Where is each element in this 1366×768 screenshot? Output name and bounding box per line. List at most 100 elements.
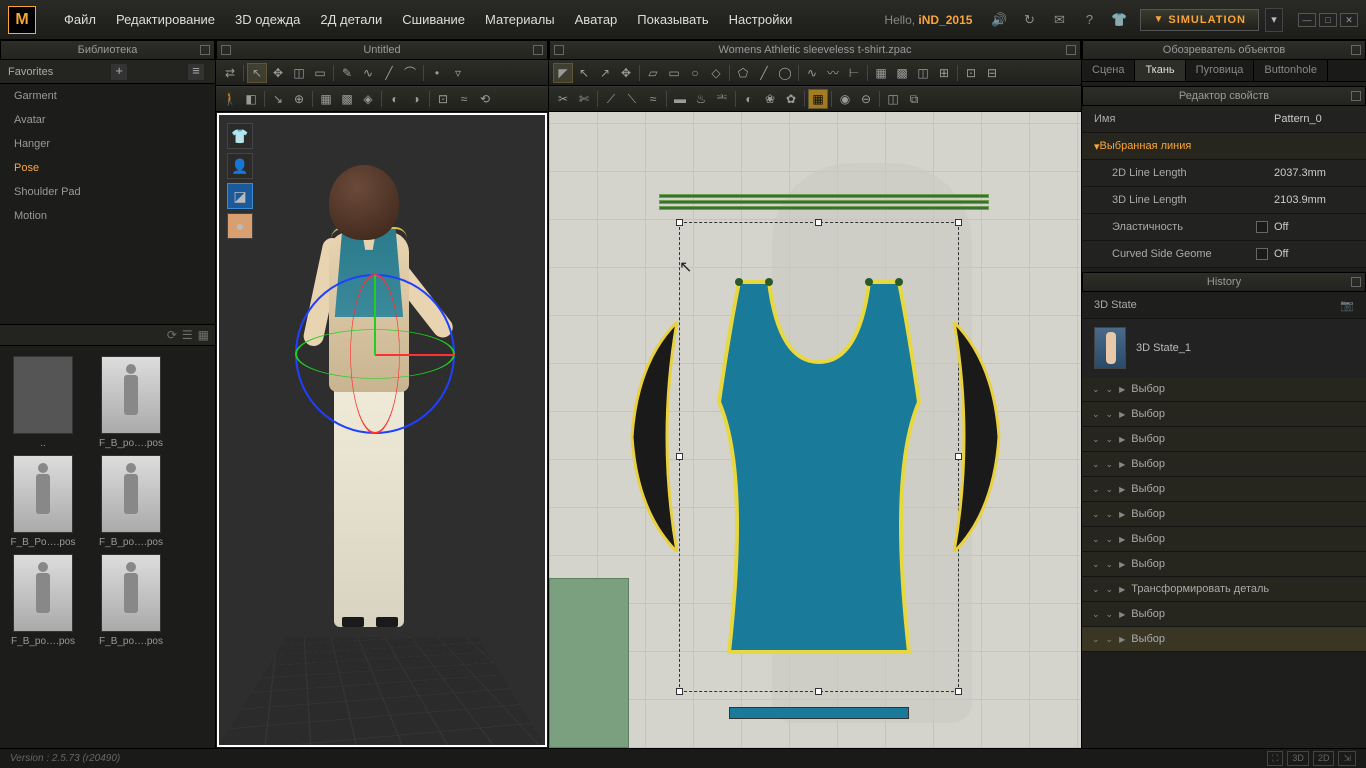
3d-state-item[interactable]: 3D State_1 (1082, 319, 1366, 377)
2d-edit-pattern-icon[interactable]: ↖ (574, 63, 594, 83)
2d-trace-icon[interactable]: ✂ (553, 89, 573, 109)
library-thumb[interactable]: F_B_po….pos (8, 554, 78, 647)
seam-line-bottom[interactable] (729, 707, 909, 719)
2d-internal-line-icon[interactable]: ╱ (754, 63, 774, 83)
history-item[interactable]: ⌄⌄▶Выбор (1082, 477, 1366, 502)
2d-free-seam-icon[interactable]: 〰 (823, 63, 843, 83)
display-garment-icon[interactable]: 👕 (227, 123, 253, 149)
prop-curved-side[interactable]: Curved Side GeomeOff (1082, 241, 1366, 268)
fit-icon[interactable]: ⊡ (433, 89, 453, 109)
pattern-piece-offscreen[interactable] (549, 578, 629, 748)
avatar-arrange-icon[interactable]: ◧ (241, 89, 261, 109)
2d-layer2-icon[interactable]: ▩ (892, 63, 912, 83)
menu-settings[interactable]: Настройки (719, 12, 803, 27)
2d-ref1-icon[interactable]: ⊡ (961, 63, 981, 83)
pattern-side-left[interactable] (627, 322, 687, 552)
help-icon[interactable]: ? (1077, 8, 1101, 32)
library-thumb[interactable]: F_B_po….pos (96, 455, 166, 548)
list-view-icon[interactable]: ☰ (182, 328, 193, 342)
tool-curve-icon[interactable]: ∿ (358, 63, 378, 83)
2d-select-icon[interactable]: ◤ (553, 63, 573, 83)
2d-transform-icon[interactable]: ✥ (616, 63, 636, 83)
pattern-tank-front[interactable] (709, 272, 929, 672)
history-item[interactable]: ⌄⌄▶Выбор (1082, 552, 1366, 577)
history-item[interactable]: ⌄⌄▶Выбор (1082, 627, 1366, 652)
tool-tack-icon[interactable]: ▿ (448, 63, 468, 83)
tool-lasso-icon[interactable]: ◫ (289, 63, 309, 83)
refresh-icon[interactable]: ⟳ (167, 328, 177, 342)
history-item[interactable]: ⌄⌄▶Выбор (1082, 527, 1366, 552)
checkbox-icon[interactable] (1256, 221, 1268, 233)
2d-layer4-icon[interactable]: ⊞ (934, 63, 954, 83)
simulation-button[interactable]: ▼SIMULATION (1140, 9, 1259, 31)
2d-rectangle-icon[interactable]: ▭ (664, 63, 684, 83)
library-item-hanger[interactable]: Hanger (0, 132, 215, 156)
library-thumb[interactable]: .. (8, 356, 78, 449)
2d-grid-icon[interactable]: ▦ (808, 89, 828, 109)
view-mode-3d[interactable]: 3D (1287, 751, 1309, 766)
wind-icon[interactable]: ≈ (454, 89, 474, 109)
window-maximize[interactable]: □ (1319, 13, 1337, 27)
history-item[interactable]: ⌄⌄▶Выбор (1082, 452, 1366, 477)
2d-notch-icon[interactable]: ⊢ (844, 63, 864, 83)
2d-edit-curve-icon[interactable]: ↗ (595, 63, 615, 83)
texture-icon[interactable]: ▦ (316, 89, 336, 109)
simulation-dropdown[interactable]: ▾ (1265, 8, 1283, 32)
2d-internal-circle-icon[interactable]: ◯ (775, 63, 795, 83)
2d-cut-icon[interactable]: ✄ (574, 89, 594, 109)
mesh-icon[interactable]: ▩ (337, 89, 357, 109)
2d-internal-polygon-icon[interactable]: ⬠ (733, 63, 753, 83)
view-mode-expand[interactable]: ⇲ (1338, 751, 1356, 766)
library-item-shoulder-pad[interactable]: Shoulder Pad (0, 180, 215, 204)
2d-polygon-icon[interactable]: ▱ (643, 63, 663, 83)
reset-icon[interactable]: ⟲ (475, 89, 495, 109)
3d-state-header[interactable]: 3D State📷 (1082, 292, 1366, 319)
library-thumb[interactable]: F_B_po….pos (96, 356, 166, 449)
menu-file[interactable]: Файл (54, 12, 106, 27)
2d-sewing3-icon[interactable]: ≈ (643, 89, 663, 109)
window-minimize[interactable]: — (1298, 13, 1316, 27)
shirt-icon[interactable]: 👕 (1107, 8, 1131, 32)
sync-icon[interactable]: ↻ (1017, 8, 1041, 32)
favorites-menu-button[interactable]: ≡ (188, 64, 204, 80)
3d-viewport[interactable]: 👕 👤 ◪ ● (217, 113, 547, 747)
prop-section-selected-line[interactable]: Выбранная линия (1082, 133, 1366, 160)
2d-steam-icon[interactable]: ♨ (691, 89, 711, 109)
menu-show[interactable]: Показывать (627, 12, 718, 27)
2d-sym1-icon[interactable]: ◫ (883, 89, 903, 109)
display-avatar-icon[interactable]: 👤 (227, 153, 253, 179)
view-mode-all[interactable]: ⛶ (1267, 751, 1283, 766)
window-close[interactable]: ✕ (1340, 13, 1358, 27)
2d-seam-icon[interactable]: ∿ (802, 63, 822, 83)
tool-select-icon[interactable]: ↖ (247, 63, 267, 83)
tool-pin-icon[interactable]: • (427, 63, 447, 83)
notification-icon[interactable]: ✉ (1047, 8, 1071, 32)
stress-icon[interactable]: ◐ (385, 89, 405, 109)
2d-layer3-icon[interactable]: ◫ (913, 63, 933, 83)
sound-icon[interactable]: 🔊 (987, 8, 1011, 32)
2d-sewing1-icon[interactable]: ⟋ (601, 89, 621, 109)
history-item[interactable]: ⌄⌄▶Выбор (1082, 402, 1366, 427)
tab-scene[interactable]: Сцена (1082, 60, 1135, 81)
grid-view-icon[interactable]: ▦ (198, 328, 209, 342)
2d-fold-icon[interactable]: ⎃ (712, 89, 732, 109)
history-item[interactable]: ⌄⌄▶Выбор (1082, 377, 1366, 402)
2d-sewing2-icon[interactable]: ⟍ (622, 89, 642, 109)
tool-box-icon[interactable]: ▭ (310, 63, 330, 83)
library-item-pose[interactable]: Pose (0, 156, 215, 180)
seam-line-top[interactable] (659, 192, 989, 212)
2d-graphic-icon[interactable]: ✿ (781, 89, 801, 109)
2d-viewport[interactable]: ↖ (549, 112, 1081, 748)
tool-move-icon[interactable]: ✥ (268, 63, 288, 83)
2d-print-icon[interactable]: ❀ (760, 89, 780, 109)
menu-3d-garment[interactable]: 3D одежда (225, 12, 310, 27)
tool-line-icon[interactable]: ╱ (379, 63, 399, 83)
history-item[interactable]: ⌄⌄▶Выбор (1082, 602, 1366, 627)
2d-texture-icon[interactable]: ◐ (739, 89, 759, 109)
history-item[interactable]: ⌄⌄▶Выбор (1082, 427, 1366, 452)
library-thumb[interactable]: F_B_po….pos (96, 554, 166, 647)
avatar-show-icon[interactable]: 🚶 (220, 89, 240, 109)
prop-elasticity[interactable]: ЭластичностьOff (1082, 214, 1366, 241)
library-thumb[interactable]: F_B_Po….pos (8, 455, 78, 548)
pattern-side-right[interactable] (944, 322, 1004, 552)
